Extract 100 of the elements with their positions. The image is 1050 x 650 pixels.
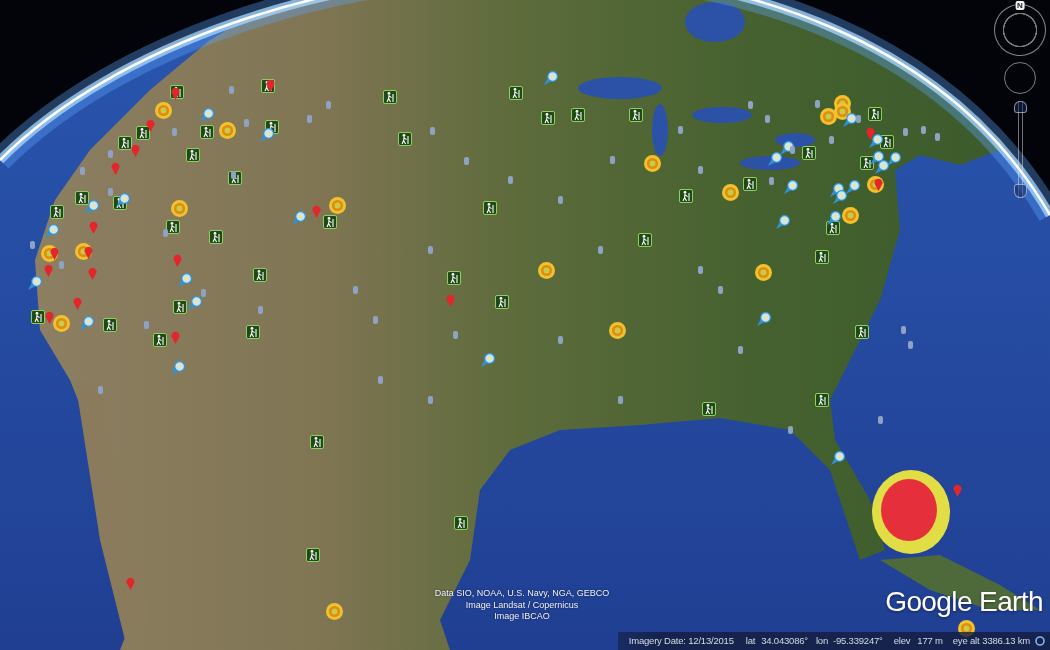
small-marker-icon[interactable]: [243, 119, 249, 127]
map-pin-icon[interactable]: [265, 78, 275, 92]
small-marker-icon[interactable]: [107, 150, 113, 158]
zoom-slider-end-cap[interactable]: [1013, 101, 1027, 113]
hiker-sign-icon[interactable]: [802, 146, 816, 160]
hiker-sign-icon[interactable]: [483, 201, 497, 215]
round-pin-icon[interactable]: [544, 71, 558, 85]
small-marker-icon[interactable]: [372, 316, 378, 324]
small-marker-icon[interactable]: [463, 157, 469, 165]
hiker-sign-icon[interactable]: [103, 318, 117, 332]
small-marker-icon[interactable]: [717, 286, 723, 294]
small-marker-icon[interactable]: [377, 376, 383, 384]
small-marker-icon[interactable]: [171, 128, 177, 136]
small-marker-icon[interactable]: [228, 86, 234, 94]
hiker-sign-icon[interactable]: [638, 233, 652, 247]
small-marker-icon[interactable]: [107, 188, 113, 196]
hiker-sign-icon[interactable]: [454, 516, 468, 530]
round-pin-icon[interactable]: [843, 113, 857, 127]
small-marker-icon[interactable]: [58, 261, 64, 269]
map-pin-icon[interactable]: [145, 118, 155, 132]
hiker-sign-icon[interactable]: [868, 107, 882, 121]
hiker-sign-icon[interactable]: [323, 215, 337, 229]
small-marker-icon[interactable]: [764, 115, 770, 123]
round-pin-icon[interactable]: [45, 224, 59, 238]
round-pin-icon[interactable]: [784, 180, 798, 194]
hiker-sign-icon[interactable]: [186, 148, 200, 162]
hiker-sign-icon[interactable]: [173, 300, 187, 314]
round-pin-icon[interactable]: [178, 273, 192, 287]
sun-marker-icon[interactable]: [957, 619, 975, 637]
small-marker-icon[interactable]: [747, 101, 753, 109]
small-marker-icon[interactable]: [787, 426, 793, 434]
sun-marker-icon[interactable]: [841, 206, 859, 224]
hiker-sign-icon[interactable]: [136, 126, 150, 140]
small-marker-icon[interactable]: [162, 229, 168, 237]
hiker-sign-icon[interactable]: [855, 325, 869, 339]
small-marker-icon[interactable]: [877, 416, 883, 424]
small-marker-icon[interactable]: [920, 126, 926, 134]
small-marker-icon[interactable]: [200, 289, 206, 297]
round-pin-icon[interactable]: [292, 211, 306, 225]
round-pin-icon[interactable]: [875, 160, 889, 174]
round-pin-icon[interactable]: [846, 180, 860, 194]
hiker-sign-icon[interactable]: [118, 136, 132, 150]
small-marker-icon[interactable]: [507, 176, 513, 184]
round-pin-icon[interactable]: [171, 361, 185, 375]
hiker-sign-icon[interactable]: [310, 435, 324, 449]
hiker-sign-icon[interactable]: [629, 108, 643, 122]
small-marker-icon[interactable]: [697, 266, 703, 274]
small-marker-icon[interactable]: [768, 177, 774, 185]
hiker-sign-icon[interactable]: [860, 156, 874, 170]
sun-marker-icon[interactable]: [537, 261, 555, 279]
zoom-slider[interactable]: [1013, 101, 1027, 198]
round-pin-icon[interactable]: [768, 152, 782, 166]
small-marker-icon[interactable]: [697, 166, 703, 174]
hiker-sign-icon[interactable]: [209, 230, 223, 244]
map-pin-icon[interactable]: [865, 126, 875, 140]
round-pin-icon[interactable]: [887, 152, 901, 166]
zoom-slider-thumb[interactable]: [1013, 184, 1027, 198]
hiker-sign-icon[interactable]: [702, 402, 716, 416]
round-pin-icon[interactable]: [833, 190, 847, 204]
small-marker-icon[interactable]: [306, 115, 312, 123]
small-marker-icon[interactable]: [677, 126, 683, 134]
hiker-sign-icon[interactable]: [541, 111, 555, 125]
small-marker-icon[interactable]: [828, 136, 834, 144]
small-marker-icon[interactable]: [257, 306, 263, 314]
small-marker-icon[interactable]: [737, 346, 743, 354]
small-marker-icon[interactable]: [427, 246, 433, 254]
sun-marker-icon[interactable]: [608, 321, 626, 339]
small-marker-icon[interactable]: [814, 100, 820, 108]
sun-marker-icon[interactable]: [643, 154, 661, 172]
round-pin-icon[interactable]: [827, 211, 841, 225]
hiker-sign-icon[interactable]: [447, 271, 461, 285]
hiker-sign-icon[interactable]: [31, 310, 45, 324]
small-marker-icon[interactable]: [352, 286, 358, 294]
sun-marker-icon[interactable]: [754, 263, 772, 281]
small-marker-icon[interactable]: [907, 341, 913, 349]
north-button[interactable]: N: [1015, 1, 1025, 10]
small-marker-icon[interactable]: [609, 156, 615, 164]
round-pin-icon[interactable]: [776, 215, 790, 229]
hiker-sign-icon[interactable]: [571, 108, 585, 122]
sun-marker-icon[interactable]: [328, 196, 346, 214]
small-marker-icon[interactable]: [452, 331, 458, 339]
sun-marker-icon[interactable]: [52, 314, 70, 332]
hiker-sign-icon[interactable]: [153, 333, 167, 347]
round-pin-icon[interactable]: [481, 353, 495, 367]
sun-marker-icon[interactable]: [721, 183, 739, 201]
radius-circle-icon[interactable]: [872, 470, 950, 554]
compass-ring[interactable]: [994, 4, 1046, 56]
hiker-sign-icon[interactable]: [200, 125, 214, 139]
hiker-sign-icon[interactable]: [743, 177, 757, 191]
round-pin-icon[interactable]: [831, 451, 845, 465]
hiker-sign-icon[interactable]: [679, 189, 693, 203]
hiker-sign-icon[interactable]: [75, 191, 89, 205]
small-marker-icon[interactable]: [557, 336, 563, 344]
hiker-sign-icon[interactable]: [815, 393, 829, 407]
hiker-sign-icon[interactable]: [253, 268, 267, 282]
small-marker-icon[interactable]: [597, 246, 603, 254]
round-pin-icon[interactable]: [260, 128, 274, 142]
small-marker-icon[interactable]: [855, 115, 861, 123]
hiker-sign-icon[interactable]: [815, 250, 829, 264]
small-marker-icon[interactable]: [427, 396, 433, 404]
